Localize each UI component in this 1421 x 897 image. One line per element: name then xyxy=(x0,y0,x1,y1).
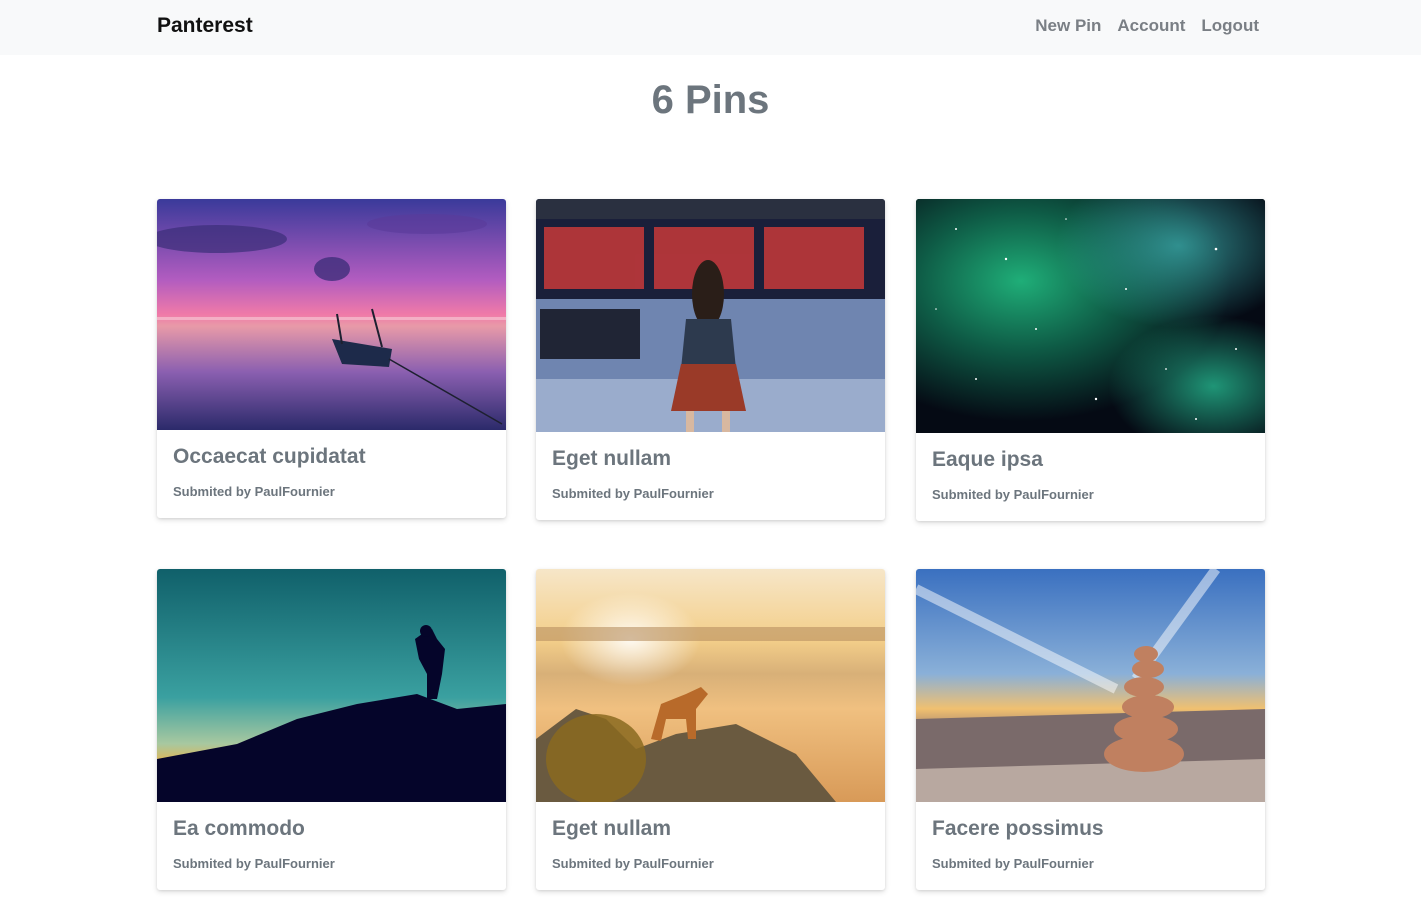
pin-card-body: Facere possimus Submited by PaulFournier xyxy=(916,802,1265,872)
pin-image[interactable] xyxy=(916,569,1265,802)
pin-image[interactable] xyxy=(157,199,506,430)
pin-card[interactable]: Ea commodo Submited by PaulFournier xyxy=(157,569,506,890)
pin-image[interactable] xyxy=(916,199,1265,433)
nav-link-new-pin[interactable]: New Pin xyxy=(1035,16,1101,36)
pin-title[interactable]: Facere possimus xyxy=(932,816,1249,842)
pin-card-body: Eaque ipsa Submited by PaulFournier xyxy=(916,433,1265,503)
pin-submitter: Submited by PaulFournier xyxy=(173,484,335,499)
pin-submitter: Submited by PaulFournier xyxy=(552,486,714,501)
pin-card-body: Ea commodo Submited by PaulFournier xyxy=(157,802,506,872)
pin-title[interactable]: Eget nullam xyxy=(552,816,869,842)
pin-image[interactable] xyxy=(157,569,506,802)
nav-links: New Pin Account Logout xyxy=(1035,16,1259,36)
pin-image[interactable] xyxy=(536,569,885,802)
pin-title[interactable]: Occaecat cupidatat xyxy=(173,444,490,470)
pin-card[interactable]: Occaecat cupidatat Submited by PaulFourn… xyxy=(157,199,506,518)
pin-card[interactable]: Eaque ipsa Submited by PaulFournier xyxy=(916,199,1265,521)
pin-title[interactable]: Eaque ipsa xyxy=(932,447,1249,473)
pin-submitter: Submited by PaulFournier xyxy=(932,487,1094,502)
pin-submitter: Submited by PaulFournier xyxy=(932,856,1094,871)
pin-card-body: Eget nullam Submited by PaulFournier xyxy=(536,432,885,502)
pin-image[interactable] xyxy=(536,199,885,432)
nav-link-logout[interactable]: Logout xyxy=(1201,16,1259,36)
pin-submitter: Submited by PaulFournier xyxy=(173,856,335,871)
nav-link-account[interactable]: Account xyxy=(1117,16,1185,36)
pin-title[interactable]: Eget nullam xyxy=(552,446,869,472)
pin-card-body: Occaecat cupidatat Submited by PaulFourn… xyxy=(157,430,506,500)
pin-card[interactable]: Facere possimus Submited by PaulFournier xyxy=(916,569,1265,890)
brand-logo-link[interactable]: Panterest xyxy=(157,14,253,38)
page-title: 6 Pins xyxy=(651,78,770,122)
pin-card[interactable]: Eget nullam Submited by PaulFournier xyxy=(536,569,885,890)
navbar: Panterest New Pin Account Logout xyxy=(0,0,1421,55)
pin-card-body: Eget nullam Submited by PaulFournier xyxy=(536,802,885,872)
pin-submitter: Submited by PaulFournier xyxy=(552,856,714,871)
pin-card[interactable]: Eget nullam Submited by PaulFournier xyxy=(536,199,885,520)
pin-title[interactable]: Ea commodo xyxy=(173,816,490,842)
